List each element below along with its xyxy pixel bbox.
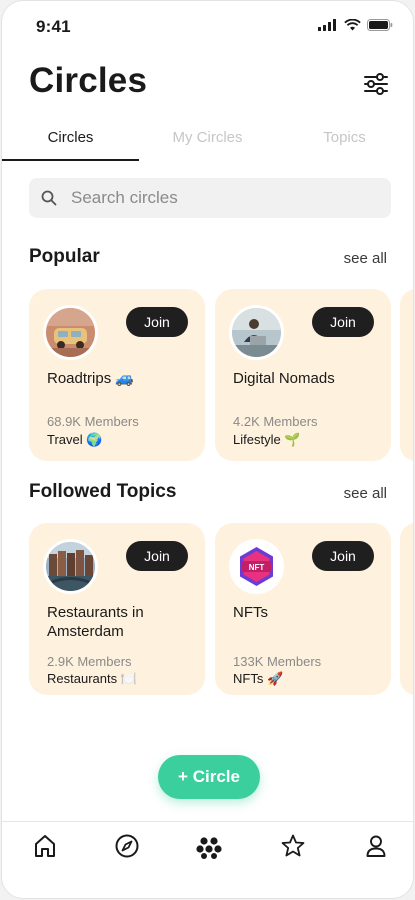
circle-avatar-digital-nomads — [229, 305, 284, 360]
laptop-photo — [232, 308, 281, 357]
circle-category: Lifestyle 🌱 — [233, 432, 301, 447]
search-bar — [29, 178, 391, 218]
section-title-popular: Popular — [29, 246, 100, 267]
svg-text:NFT: NFT — [249, 563, 265, 572]
filter-icon[interactable] — [363, 71, 389, 97]
signal-icon — [318, 19, 336, 31]
bottom-nav — [2, 821, 413, 898]
circle-card-digital-nomads[interactable]: Join Digital Nomads 4.2K Members Lifesty… — [215, 289, 391, 461]
join-button[interactable]: Join — [312, 307, 374, 337]
phone-frame: 9:41 Circles Circles My Circles Topics S… — [1, 0, 414, 899]
see-all-popular[interactable]: see all — [344, 250, 387, 267]
circle-name: Roadtrips 🚙 — [47, 370, 135, 387]
compass-icon[interactable] — [113, 832, 141, 860]
section-title-followed-topics: Followed Topics — [29, 481, 177, 502]
circle-card-roadtrips[interactable]: Join Roadtrips 🚙 68.9K Members Travel 🌍 — [29, 289, 205, 461]
battery-icon — [367, 19, 393, 31]
circle-card-restaurants-amsterdam[interactable]: Join Restaurants in Amsterdam 2.9K Membe… — [29, 523, 205, 695]
status-time: 9:41 — [36, 17, 71, 36]
circle-avatar-roadtrips — [43, 305, 98, 360]
home-icon[interactable] — [31, 832, 59, 860]
circle-name: NFTs — [233, 604, 268, 621]
member-count: 68.9K Members — [47, 414, 139, 429]
circle-category: Restaurants 🍽️ — [47, 671, 137, 686]
tab-bar: Circles My Circles Topics — [2, 123, 413, 161]
circle-card-nfts[interactable]: NFT Join NFTs 133K Members NFTs 🚀 — [215, 523, 391, 695]
see-all-followed-topics[interactable]: see all — [344, 485, 387, 502]
circle-name: Digital Nomads — [233, 370, 335, 387]
star-icon[interactable] — [279, 832, 307, 860]
circle-avatar-nfts: NFT — [229, 539, 284, 594]
join-button[interactable]: Join — [126, 541, 188, 571]
search-input[interactable] — [71, 188, 361, 208]
status-bar: 9:41 — [2, 1, 413, 53]
nft-badge: NFT — [232, 542, 281, 591]
amsterdam-photo — [46, 542, 95, 591]
circle-avatar-restaurants-amsterdam — [43, 539, 98, 594]
profile-icon[interactable] — [362, 832, 390, 860]
tab-circles[interactable]: Circles — [2, 123, 139, 161]
circle-card-peek[interactable] — [400, 523, 413, 695]
circle-category: Travel 🌍 — [47, 432, 103, 447]
search-icon — [41, 190, 57, 206]
tab-topics[interactable]: Topics — [276, 123, 413, 161]
tab-my-circles[interactable]: My Circles — [139, 123, 276, 161]
join-button[interactable]: Join — [126, 307, 188, 337]
status-icons — [318, 19, 393, 31]
member-count: 133K Members — [233, 654, 322, 669]
wifi-icon — [344, 19, 361, 31]
member-count: 4.2K Members — [233, 414, 318, 429]
join-button[interactable]: Join — [312, 541, 374, 571]
member-count: 2.9K Members — [47, 654, 132, 669]
circle-card-peek[interactable] — [400, 289, 413, 461]
circle-name: Restaurants in Amsterdam — [47, 604, 144, 640]
page-title: Circles — [29, 61, 148, 100]
roadtrip-photo — [46, 308, 95, 357]
add-circle-button[interactable]: + Circle — [158, 755, 260, 799]
circle-category: NFTs 🚀 — [233, 671, 284, 686]
circles-icon[interactable] — [195, 832, 223, 860]
